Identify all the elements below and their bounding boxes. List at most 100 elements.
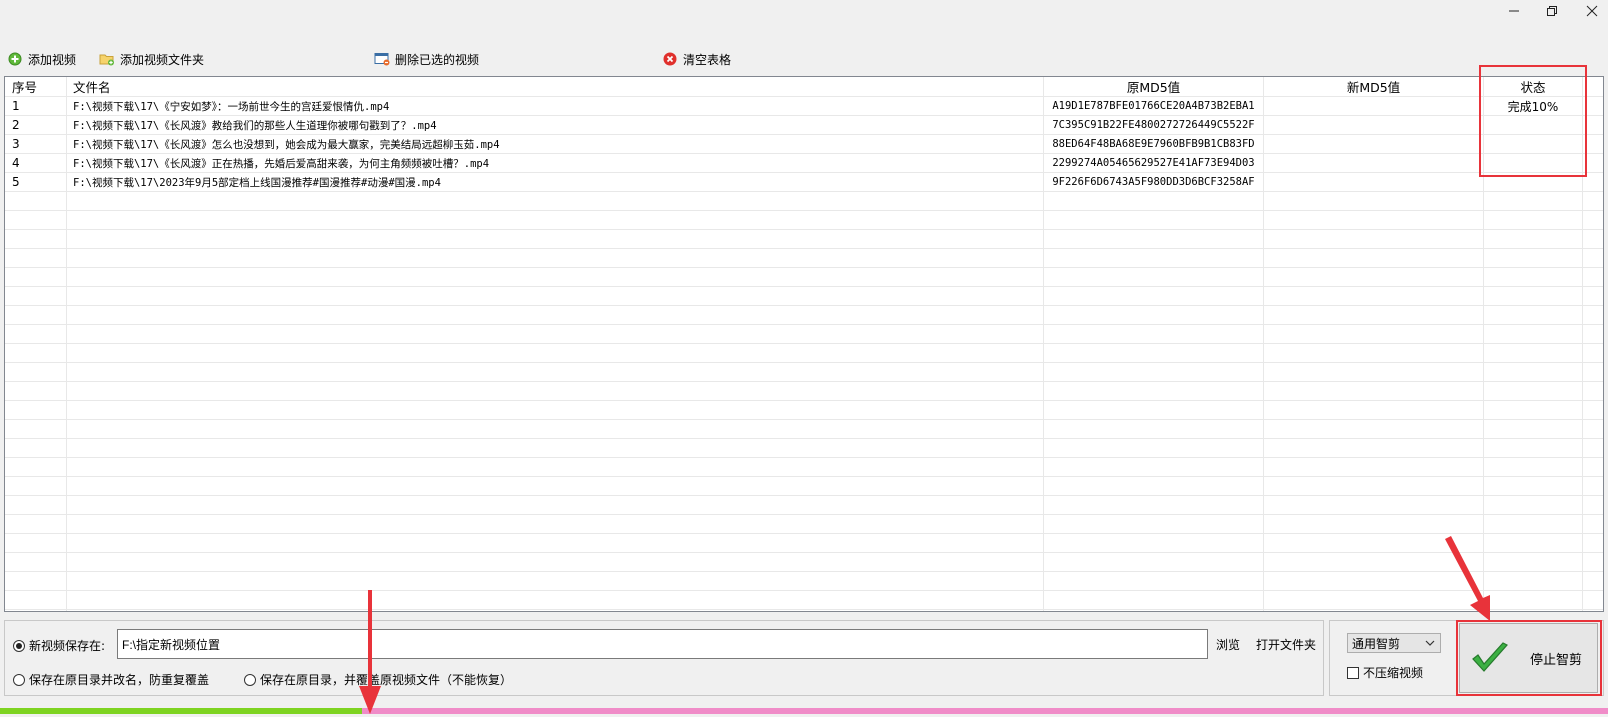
add-folder-label: 添加视频文件夹 (120, 52, 205, 67)
save-new-location-option[interactable]: 新视频保存在: (13, 637, 105, 654)
row-filename: F:\视频下载\17\《长风渡》教给我们的那些人生道理你被哪句戳到了？.mp4 (67, 116, 1044, 134)
col-status-header[interactable]: 状态 (1484, 77, 1583, 96)
row-index (5, 344, 67, 362)
empty-row (5, 382, 1603, 401)
empty-row (5, 192, 1603, 211)
browse-button[interactable]: 浏览 (1216, 629, 1240, 659)
row-old-md5 (1044, 344, 1264, 362)
row-spacer (1583, 477, 1603, 495)
row-filename: F:\视频下载\17\《长风渡》怎么也没想到，她会成为最大赢家，完美结局远超柳玉… (67, 135, 1044, 153)
row-spacer (1583, 249, 1603, 267)
row-status (1484, 306, 1583, 324)
stop-button[interactable]: 停止智剪 (1459, 623, 1598, 693)
delete-selected-button[interactable]: 删除已选的视频 (371, 48, 482, 70)
row-old-md5 (1044, 420, 1264, 438)
row-status (1484, 363, 1583, 381)
row-status (1484, 515, 1583, 533)
row-old-md5: 7C395C91B22FE4800272726449C5522F (1044, 116, 1264, 134)
row-new-md5 (1264, 211, 1484, 229)
window-delete-icon (374, 51, 390, 67)
row-status (1484, 192, 1583, 210)
save-overwrite-option[interactable]: 保存在原目录，并覆盖原视频文件（不能恢复） (244, 671, 512, 688)
row-old-md5 (1044, 572, 1264, 590)
row-filename (67, 515, 1044, 533)
col-new-md5-header[interactable]: 新MD5值 (1264, 77, 1484, 96)
row-index (5, 230, 67, 248)
row-new-md5 (1264, 439, 1484, 457)
empty-row (5, 401, 1603, 420)
row-spacer (1583, 363, 1603, 381)
row-filename (67, 420, 1044, 438)
row-filename (67, 439, 1044, 457)
row-old-md5 (1044, 591, 1264, 609)
row-spacer (1583, 154, 1603, 172)
col-filename-header[interactable]: 文件名 (67, 77, 1044, 96)
add-video-button[interactable]: 添加视频 (4, 48, 79, 70)
row-spacer (1583, 325, 1603, 343)
row-filename: F:\视频下载\17\2023年9月5部定档上线国漫推荐#国漫推荐#动漫#国漫.… (67, 173, 1044, 191)
row-new-md5 (1264, 553, 1484, 571)
row-index: 2 (5, 116, 67, 134)
row-index (5, 591, 67, 609)
row-status (1484, 173, 1583, 191)
row-index: 3 (5, 135, 67, 153)
save-new-location-label: 新视频保存在: (29, 639, 106, 653)
row-status (1484, 116, 1583, 134)
table-row[interactable]: 5 F:\视频下载\17\2023年9月5部定档上线国漫推荐#国漫推荐#动漫#国漫… (5, 173, 1603, 192)
maximize-button[interactable] (1542, 2, 1562, 20)
row-spacer (1583, 401, 1603, 419)
minimize-button[interactable] (1504, 2, 1524, 20)
open-folder-button[interactable]: 打开文件夹 (1256, 629, 1316, 659)
chevron-down-icon (1425, 640, 1435, 646)
table-row[interactable]: 1 F:\视频下载\17\《宁安如梦》：一场前世今生的宫廷爱恨情仇.mp4 A19D… (5, 97, 1603, 116)
empty-row (5, 211, 1603, 230)
row-status (1484, 211, 1583, 229)
empty-row (5, 306, 1603, 325)
row-filename (67, 382, 1044, 400)
folder-add-icon (99, 51, 115, 67)
save-path-input[interactable] (117, 629, 1208, 659)
row-status (1484, 344, 1583, 362)
row-new-md5 (1264, 496, 1484, 514)
row-old-md5 (1044, 610, 1264, 611)
row-old-md5 (1044, 268, 1264, 286)
row-status (1484, 496, 1583, 514)
add-folder-button[interactable]: 添加视频文件夹 (96, 48, 207, 70)
row-filename (67, 553, 1044, 571)
row-old-md5 (1044, 515, 1264, 533)
row-status (1484, 249, 1583, 267)
empty-row (5, 344, 1603, 363)
table-row[interactable]: 4 F:\视频下载\17\《长风渡》正在热播，先婚后爱高甜来袭，为何主角频频被吐槽… (5, 154, 1603, 173)
empty-row (5, 496, 1603, 515)
row-status (1484, 325, 1583, 343)
save-rename-option[interactable]: 保存在原目录并改名，防重复覆盖 (13, 671, 209, 688)
row-spacer (1583, 439, 1603, 457)
row-old-md5: 88ED64F48BA68E9E7960BFB9B1CB83FD (1044, 135, 1264, 153)
col-old-md5-header[interactable]: 原MD5值 (1044, 77, 1264, 96)
row-new-md5 (1264, 97, 1484, 115)
row-index (5, 420, 67, 438)
close-button[interactable] (1582, 2, 1602, 20)
row-status (1484, 420, 1583, 438)
empty-row (5, 268, 1603, 287)
no-compress-option[interactable]: 不压缩视频 (1347, 664, 1423, 681)
row-index (5, 192, 67, 210)
row-new-md5 (1264, 192, 1484, 210)
col-index-header[interactable]: 序号 (5, 77, 67, 96)
row-status (1484, 553, 1583, 571)
file-table[interactable]: 序号 文件名 原MD5值 新MD5值 状态 1 F:\视频下载\17\《宁安如梦》… (4, 76, 1604, 612)
row-status (1484, 458, 1583, 476)
row-spacer (1583, 610, 1603, 611)
row-index (5, 287, 67, 305)
mode-select[interactable]: 通用智剪 (1347, 633, 1441, 653)
row-status (1484, 382, 1583, 400)
row-index (5, 306, 67, 324)
row-new-md5 (1264, 572, 1484, 590)
row-filename (67, 306, 1044, 324)
row-new-md5 (1264, 230, 1484, 248)
table-row[interactable]: 3 F:\视频下载\17\《长风渡》怎么也没想到，她会成为最大赢家，完美结局远超柳… (5, 135, 1603, 154)
radio-empty-icon (244, 673, 256, 686)
clear-table-button[interactable]: 清空表格 (659, 48, 734, 70)
row-new-md5 (1264, 154, 1484, 172)
table-row[interactable]: 2 F:\视频下载\17\《长风渡》教给我们的那些人生道理你被哪句戳到了？.mp4… (5, 116, 1603, 135)
